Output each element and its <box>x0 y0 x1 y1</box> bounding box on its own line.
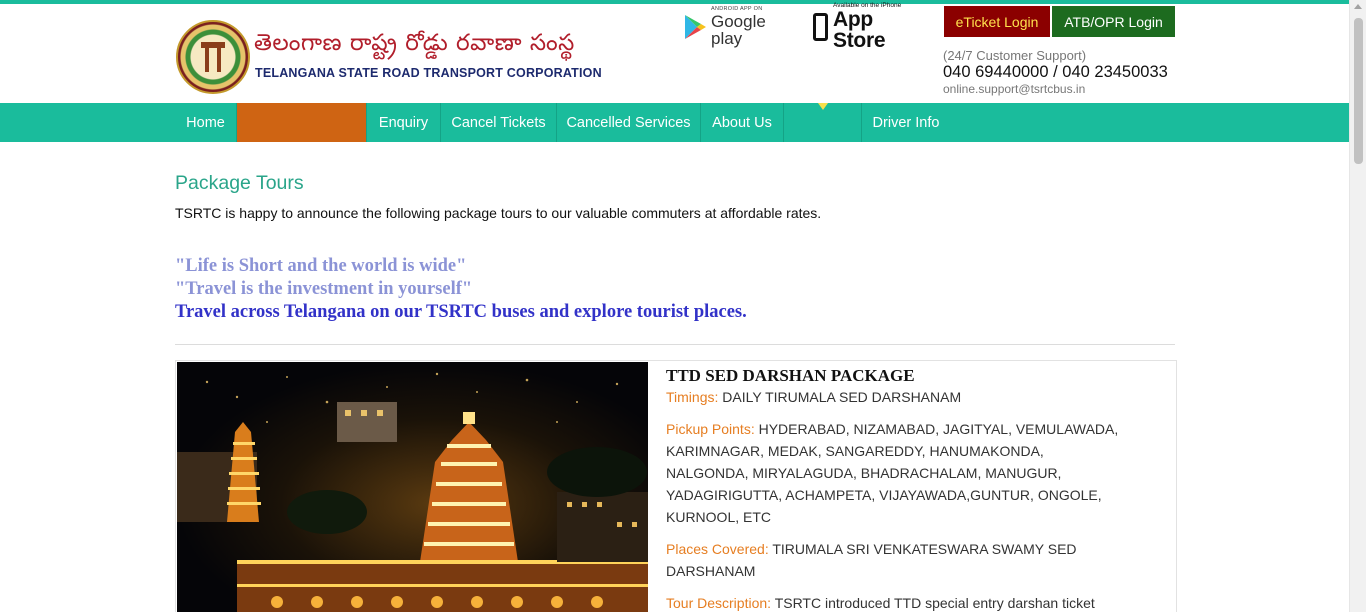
timings-value: DAILY TIRUMALA SED DARSHANAM <box>722 389 962 405</box>
quote-line-3: Travel across Telangana on our TSRTC bus… <box>175 302 747 322</box>
tsrtc-logo-emblem[interactable] <box>176 20 250 94</box>
pickup-value-3: NALGONDA, MIRYALAGUDA, BHADRACHALAM, MAN… <box>666 465 1062 481</box>
package-places-line-1: Places Covered: TIRUMALA SRI VENKATESWAR… <box>666 538 1077 560</box>
support-phone-numbers: 040 69440000 / 040 23450033 <box>943 63 1168 81</box>
eticket-login-button[interactable]: eTicket Login <box>944 6 1050 37</box>
support-label: (24/7 Customer Support) <box>943 48 1087 63</box>
site-header: తెలంగాణ రాష్ట్ర రోడ్డు రవాణా సంస్థ TELAN… <box>0 2 1349 103</box>
intro-text: TSRTC is happy to announce the following… <box>175 205 822 221</box>
page-title: Package Tours <box>175 172 304 194</box>
pickup-value-1: HYDERABAD, NIZAMABAD, JAGITYAL, VEMULAWA… <box>758 421 1119 437</box>
nav-driver-info[interactable]: Driver Info <box>862 103 950 142</box>
pickup-value-2: KARIMNAGAR, MEDAK, SANGAREDDY, HANUMAKON… <box>666 443 1044 459</box>
package-description: Tour Description: TSRTC introduced TTD s… <box>666 592 1095 612</box>
package-pickup-line-1: Pickup Points: HYDERABAD, NIZAMABAD, JAG… <box>666 418 1118 440</box>
google-play-badge[interactable]: ANDROID APP ON Google play <box>683 6 795 47</box>
package-timings: Timings: DAILY TIRUMALA SED DARSHANAM <box>666 386 961 408</box>
quote-line-2: "Travel is the investment in yourself" <box>175 279 473 299</box>
description-label: Tour Description: <box>666 595 772 611</box>
google-play-icon <box>683 14 707 40</box>
support-email[interactable]: online.support@tsrtcbus.in <box>943 82 1085 96</box>
iphone-icon <box>813 13 829 41</box>
nav-home[interactable]: Home <box>175 103 237 142</box>
pickup-value-4: YADAGIRIGUTTA, ACHAMPETA, VIJAYAWADA,GUN… <box>666 487 1102 503</box>
nav-active-pointer-icon <box>818 103 828 110</box>
nav-cancelled-services[interactable]: Cancelled Services <box>557 103 701 142</box>
google-play-big-text: Google play <box>711 12 766 49</box>
app-store-badge[interactable]: Available on the iPhone App Store <box>813 2 921 51</box>
main-navbar: Home Enquiry Cancel Tickets Cancelled Se… <box>0 103 1349 142</box>
places-value-2: DARSHANAM <box>666 563 756 579</box>
pickup-label: Pickup Points: <box>666 421 755 437</box>
nav-about-us[interactable]: About Us <box>701 103 784 142</box>
atb-opr-login-button[interactable]: ATB/OPR Login <box>1052 6 1175 37</box>
tirumala-temple-photo <box>177 362 648 612</box>
brand-name-telugu[interactable]: తెలంగాణ రాష్ట్ర రోడ్డు రవాణా సంస్థ <box>254 30 575 62</box>
page-scrollbar[interactable] <box>1349 0 1366 612</box>
scrollbar-thumb[interactable] <box>1354 18 1363 164</box>
places-value-1: TIRUMALA SRI VENKATESWARA SWAMY SED <box>772 541 1077 557</box>
scroll-up-arrow-icon[interactable] <box>1354 4 1362 9</box>
brand-name-english[interactable]: TELANGANA STATE ROAD TRANSPORT CORPORATI… <box>255 66 602 80</box>
section-divider <box>175 344 1175 345</box>
kakatiya-arch-icon <box>201 42 225 72</box>
pickup-value-5: KURNOOL, ETC <box>666 509 772 525</box>
package-title: TTD SED DARSHAN PACKAGE <box>666 366 915 385</box>
app-store-big-text: App Store <box>833 8 886 53</box>
quote-line-1: "Life is Short and the world is wide" <box>175 256 467 276</box>
nav-highlighted-item[interactable] <box>237 103 367 142</box>
nav-items: Home Enquiry Cancel Tickets Cancelled Se… <box>175 103 950 142</box>
nav-enquiry[interactable]: Enquiry <box>367 103 441 142</box>
timings-label: Timings: <box>666 389 719 405</box>
places-label: Places Covered: <box>666 541 769 557</box>
nav-cancel-tickets[interactable]: Cancel Tickets <box>441 103 557 142</box>
description-value: TSRTC introduced TTD special entry darsh… <box>774 595 1095 611</box>
